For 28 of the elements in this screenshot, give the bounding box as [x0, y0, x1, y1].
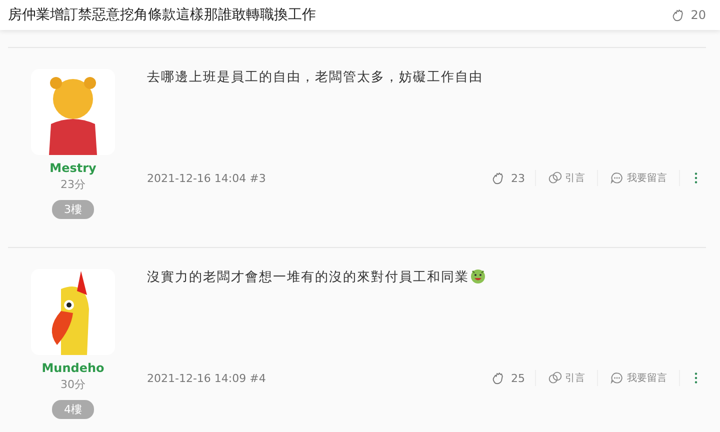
- quote-button[interactable]: 引言: [542, 171, 591, 185]
- author-name[interactable]: Mundeho: [42, 361, 104, 375]
- post-text: 沒實力的老闆才會想一堆有的沒的來對付員工和同業: [147, 269, 469, 286]
- clap-icon[interactable]: [491, 171, 505, 185]
- like-count: 23: [511, 172, 525, 184]
- quote-icon: [548, 371, 562, 385]
- reply-button[interactable]: 我要留言: [604, 371, 673, 385]
- smiley-icon: [470, 268, 486, 284]
- floor-badge: 4樓: [52, 400, 94, 419]
- reply-button[interactable]: 我要留言: [604, 171, 673, 185]
- quote-icon: [548, 171, 562, 185]
- more-options-icon[interactable]: [694, 172, 698, 184]
- comment-icon: [610, 171, 624, 185]
- post-text: 去哪邊上班是員工的自由，老闆管太多，妨礙工作自由: [147, 69, 483, 86]
- like-count: 20: [690, 8, 706, 22]
- more-options-icon[interactable]: [694, 372, 698, 384]
- thread-title: 房仲業增訂禁惡意挖角條款這樣那誰敢轉職換工作: [8, 6, 316, 24]
- floor-badge: 3樓: [52, 200, 94, 219]
- like-count: 25: [511, 372, 525, 384]
- quote-button[interactable]: 引言: [542, 371, 591, 385]
- comment-icon: [610, 371, 624, 385]
- post-timestamp: 2021-12-16 14:04 #3: [147, 172, 266, 184]
- clap-icon[interactable]: [491, 371, 505, 385]
- user-score: 23分: [60, 177, 86, 192]
- clap-icon[interactable]: [670, 8, 685, 22]
- user-score: 30分: [60, 377, 86, 392]
- author-name[interactable]: Mestry: [50, 161, 96, 175]
- post-timestamp: 2021-12-16 14:09 #4: [147, 372, 266, 384]
